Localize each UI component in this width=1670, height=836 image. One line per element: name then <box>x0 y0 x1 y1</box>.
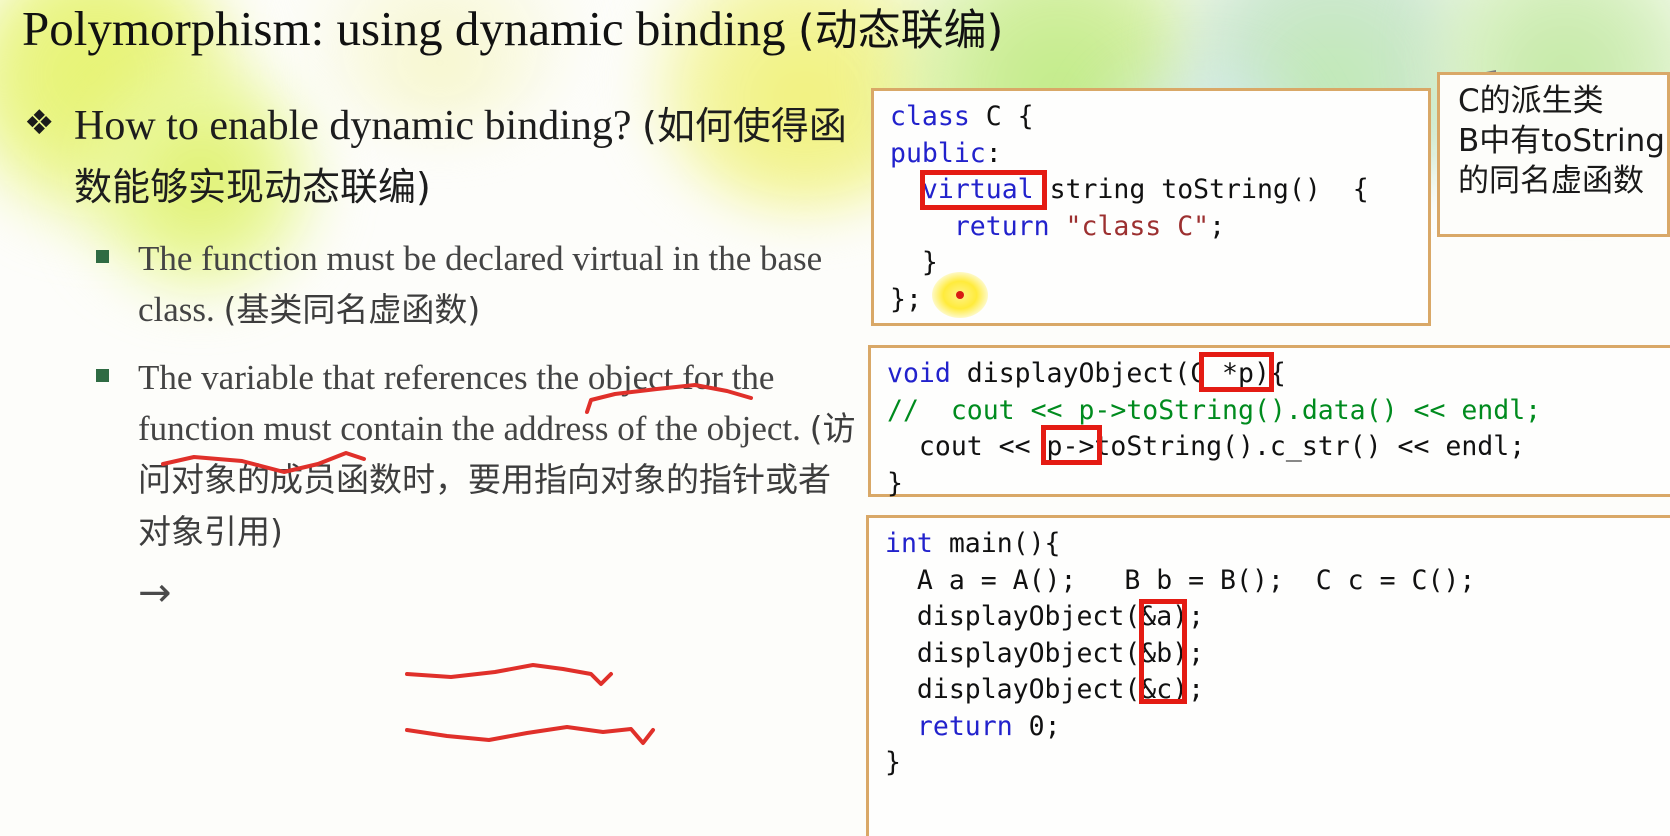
bullet-level1: ❖ How to enable dynamic binding? (如何使得函数… <box>18 96 858 219</box>
code-token: } <box>887 467 903 499</box>
code-block-class-c: class C {public: virtual string toString… <box>871 88 1431 326</box>
slide-body: ❖ How to enable dynamic binding? (如何使得函数… <box>18 96 858 613</box>
diamond-cluster-bullet-icon: ❖ <box>24 103 55 143</box>
code-token: virtual <box>921 174 1034 205</box>
callout-note: C的派生类 B中有toString 的同名虚函数 <box>1437 72 1670 237</box>
code-block-display-object: void displayObject(C *p){// cout << p->t… <box>868 345 1670 499</box>
code-token: ; <box>1209 210 1226 242</box>
code-line: displayObject(&a); <box>885 599 1670 636</box>
red-ink-underline-3 <box>405 663 613 686</box>
slide-title-english: Polymorphism: using dynamic binding <box>22 1 786 56</box>
code-token: class <box>890 101 970 132</box>
code-token: public <box>890 137 986 169</box>
code-token: string toString() { <box>1033 174 1369 205</box>
callout-line-1: B中有toString <box>1458 123 1665 159</box>
code-line: return "class C"; <box>890 209 1428 246</box>
code-line: displayObject(&b); <box>885 636 1670 673</box>
code-token: "class C" <box>1065 210 1210 242</box>
code-token: void <box>887 358 951 389</box>
code-token: displayObject(&b); <box>885 637 1205 669</box>
code-line: virtual string toString() { <box>890 172 1428 209</box>
slide-canvas: Polymorphism: using dynamic binding (动态联… <box>0 0 1670 836</box>
code-line: } <box>890 245 1428 282</box>
code-token: } <box>885 747 901 778</box>
code-token: } <box>890 247 938 278</box>
bullet-level2-address: The variable that references the object … <box>96 352 858 558</box>
arrow-glyph: → <box>138 570 172 617</box>
code-token: cout << p->toString().c_str() << endl; <box>887 431 1526 462</box>
bullet-level1-english: How to enable dynamic binding? <box>74 103 632 149</box>
code-token: displayObject(&a); <box>885 601 1205 632</box>
bullet-level2-0-chinese: (基类同名虚函数) <box>223 290 481 330</box>
callout-line-0: C的派生类 <box>1458 83 1604 119</box>
code-token: displayObject(&c); <box>885 674 1205 705</box>
code-token: int <box>885 528 933 559</box>
red-ink-underline-4 <box>405 725 655 745</box>
bullet-level2-virtual: The function must be declared virtual in… <box>96 233 858 336</box>
code-token: displayObject(C *p){ <box>950 358 1286 389</box>
code-token: : <box>985 137 1002 169</box>
code-token: A a = A(); B b = B(); C c = C(); <box>885 564 1476 596</box>
square-bullet-icon <box>96 249 109 263</box>
code-token: }; <box>890 283 922 315</box>
code-token: return <box>916 710 1013 742</box>
code-line: } <box>885 745 1670 782</box>
code-line: } <box>887 466 1670 503</box>
sub-bullet-list: The function must be declared virtual in… <box>18 233 858 617</box>
slide-title: Polymorphism: using dynamic binding (动态联… <box>22 1 1004 57</box>
code-token: 0; <box>1012 710 1061 742</box>
code-token: // cout << p->toString().data() << endl; <box>887 394 1542 426</box>
code-block-main: int main(){ A a = A(); B b = B(); C c = … <box>866 515 1670 836</box>
code-line: }; <box>890 282 1428 319</box>
code-token: C { <box>969 101 1034 132</box>
code-line: int main(){ <box>885 526 1670 563</box>
code-line: class C { <box>890 99 1428 136</box>
code-token: main(){ <box>932 528 1061 559</box>
bullet-level2-1-english: The variable that references the object … <box>138 357 801 448</box>
code-token: return <box>953 210 1050 242</box>
code-line: displayObject(&c); <box>885 672 1670 709</box>
code-line: cout << p->toString().c_str() << endl; <box>887 429 1670 466</box>
code-line: void displayObject(C *p){ <box>887 356 1670 393</box>
code-line: // cout << p->toString().data() << endl; <box>887 393 1670 430</box>
slide-title-chinese: (动态联编) <box>797 6 1004 56</box>
code-line: return 0; <box>885 709 1670 746</box>
callout-line-2: 的同名虚函数 <box>1458 163 1644 199</box>
square-bullet-icon <box>96 368 109 382</box>
code-line: A a = A(); B b = B(); C c = C(); <box>885 563 1670 600</box>
code-line: public: <box>890 136 1428 173</box>
